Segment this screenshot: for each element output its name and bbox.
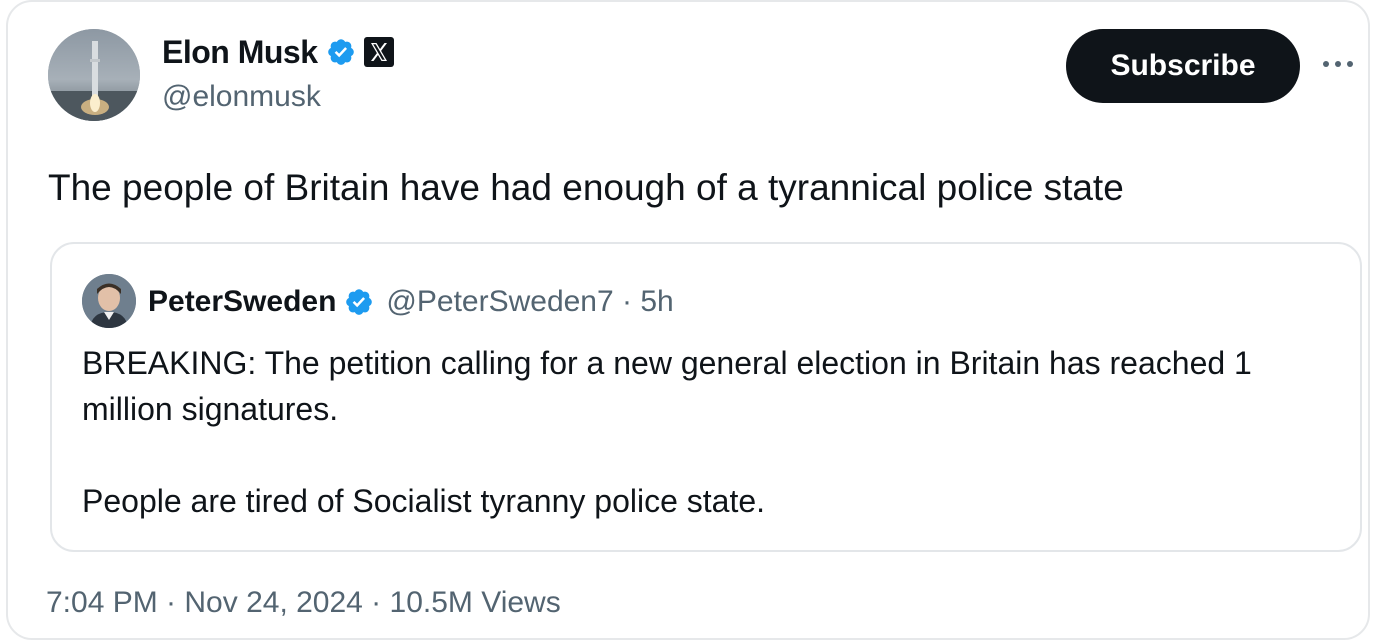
tweet-timestamp[interactable]: 7:04 PM · Nov 24, 2024 · 10.5M Views	[46, 586, 561, 620]
tweet-text: The people of Britain have had enough of…	[48, 167, 1124, 208]
quoted-author-row: PeterSweden @PeterSweden7 · 5h	[148, 280, 674, 324]
tweet-card: Elon Musk @elonmusk Subscribe The people…	[6, 0, 1370, 640]
avatar-image	[82, 274, 136, 328]
avatar-image	[48, 29, 140, 121]
quoted-paragraph: People are tired of Socialist tyranny po…	[82, 483, 766, 519]
quoted-author-avatar[interactable]	[82, 274, 136, 328]
author-name-row: Elon Musk	[162, 30, 394, 74]
quoted-author-handle-time[interactable]: @PeterSweden7 · 5h	[386, 285, 673, 319]
quoted-tweet[interactable]: PeterSweden @PeterSweden7 · 5h BREAKING:…	[50, 242, 1362, 552]
verified-badge-icon[interactable]	[344, 287, 374, 317]
author-avatar[interactable]	[48, 29, 140, 121]
more-horizontal-icon[interactable]	[1318, 52, 1358, 76]
quoted-author-display-name[interactable]: PeterSweden	[148, 285, 336, 319]
x-logo-icon	[363, 37, 394, 67]
subscribe-button[interactable]: Subscribe	[1066, 29, 1300, 103]
author-display-name[interactable]: Elon Musk	[162, 34, 318, 71]
author-handle[interactable]: @elonmusk	[162, 80, 321, 114]
quoted-tweet-text: BREAKING: The petition calling for a new…	[82, 340, 1322, 524]
quoted-paragraph: BREAKING: The petition calling for a new…	[82, 345, 1252, 427]
verified-badge-icon[interactable]	[326, 37, 356, 67]
